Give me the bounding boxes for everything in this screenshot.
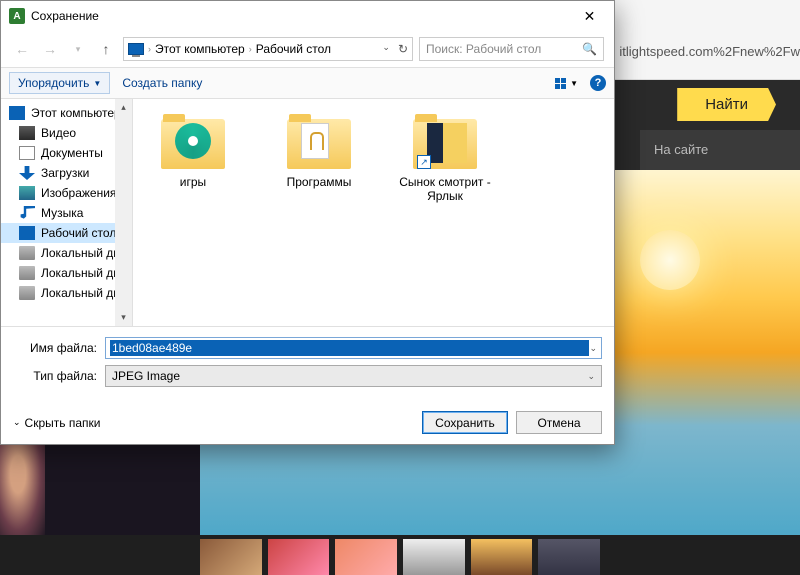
folder-item[interactable]: ↗ Сынок смотрит - Ярлык bbox=[395, 113, 495, 203]
scroll-up-icon[interactable]: ▴ bbox=[115, 99, 132, 116]
filename-label: Имя файла: bbox=[13, 341, 105, 355]
i-music-icon bbox=[19, 206, 35, 220]
breadcrumb[interactable]: › Этот компьютер › Рабочий стол ⌄ ↻ bbox=[123, 37, 413, 61]
sidebar-scrollbar[interactable]: ▴ ▾ bbox=[115, 99, 132, 326]
recent-dropdown[interactable]: ▾ bbox=[67, 38, 89, 60]
new-folder-button[interactable]: Создать папку bbox=[122, 76, 202, 90]
dialog-buttons: ⌄ Скрыть папки Сохранить Отмена bbox=[1, 401, 614, 444]
thumbnail[interactable] bbox=[403, 539, 465, 575]
page-tab[interactable]: На сайте bbox=[640, 130, 800, 170]
sidebar-item-label: Локальный дис bbox=[41, 266, 126, 280]
sidebar-item-label: Музыка bbox=[41, 206, 83, 220]
i-img-icon bbox=[19, 186, 35, 200]
scroll-down-icon[interactable]: ▾ bbox=[115, 309, 132, 326]
folder-label: Программы bbox=[269, 175, 369, 189]
nav-row: ← → ▾ ↑ › Этот компьютер › Рабочий стол … bbox=[1, 31, 614, 67]
help-icon[interactable]: ? bbox=[590, 75, 606, 91]
sidebar-item[interactable]: Этот компьютер bbox=[1, 103, 132, 123]
close-button[interactable]: ✕ bbox=[567, 2, 612, 30]
thumbnail[interactable] bbox=[538, 539, 600, 575]
background-thumb-left bbox=[0, 430, 45, 540]
view-mode-button[interactable]: ▼ bbox=[555, 78, 578, 89]
dialog-title: Сохранение bbox=[31, 9, 567, 23]
sidebar-item-label: Изображения bbox=[41, 186, 116, 200]
i-disk-icon bbox=[19, 286, 35, 300]
sidebar-item[interactable]: Локальный дис bbox=[1, 263, 132, 283]
sidebar-item-label: Документы bbox=[41, 146, 103, 160]
thumbnail[interactable] bbox=[471, 539, 533, 575]
folder-label: Сынок смотрит - Ярлык bbox=[395, 175, 495, 203]
thumbnail[interactable] bbox=[268, 539, 330, 575]
filetype-select[interactable]: JPEG Image ⌄ bbox=[105, 365, 602, 387]
save-dialog: A Сохранение ✕ ← → ▾ ↑ › Этот компьютер … bbox=[0, 0, 615, 445]
i-disk-icon bbox=[19, 246, 35, 260]
sidebar-item-label: Рабочий стол bbox=[41, 226, 116, 240]
sidebar-item[interactable]: Локальный дис bbox=[1, 243, 132, 263]
i-disk-icon bbox=[19, 266, 35, 280]
chevron-down-icon[interactable]: ⌄ bbox=[589, 343, 597, 354]
folder-label: игры bbox=[143, 175, 243, 189]
filename-field[interactable] bbox=[110, 340, 589, 356]
sidebar-item[interactable]: Загрузки bbox=[1, 163, 132, 183]
sidebar-item[interactable]: Музыка bbox=[1, 203, 132, 223]
thumbnail[interactable] bbox=[335, 539, 397, 575]
shortcut-icon: ↗ bbox=[417, 155, 431, 169]
thumbnail-strip bbox=[0, 535, 800, 575]
i-desktop-icon bbox=[19, 226, 35, 240]
folder-item[interactable]: Программы bbox=[269, 113, 369, 189]
folder-icon: ↗ bbox=[409, 113, 481, 169]
search-input[interactable]: Поиск: Рабочий стол 🔍 bbox=[419, 37, 604, 61]
i-pc-icon bbox=[9, 106, 25, 120]
thumbnail[interactable] bbox=[200, 539, 262, 575]
sidebar-item[interactable]: Рабочий стол bbox=[1, 223, 132, 243]
sidebar-item[interactable]: Изображения bbox=[1, 183, 132, 203]
chevron-right-icon: › bbox=[249, 44, 252, 54]
chevron-down-icon: ▼ bbox=[93, 79, 101, 88]
pc-icon bbox=[128, 43, 144, 55]
organize-button[interactable]: Упорядочить ▼ bbox=[9, 72, 110, 94]
search-icon[interactable]: 🔍 bbox=[582, 42, 597, 56]
sidebar-item-label: Этот компьютер bbox=[31, 106, 121, 120]
hide-folders-button[interactable]: ⌄ Скрыть папки bbox=[13, 416, 100, 430]
app-icon: A bbox=[9, 8, 25, 24]
sidebar: Этот компьютер Видео Документы Загрузки Изоб… bbox=[1, 99, 133, 326]
search-placeholder: Поиск: Рабочий стол bbox=[426, 42, 541, 56]
folder-icon bbox=[283, 113, 355, 169]
chevron-down-icon: ⌄ bbox=[587, 371, 595, 382]
filetype-value: JPEG Image bbox=[112, 369, 180, 383]
sidebar-item-label: Видео bbox=[41, 126, 76, 140]
chevron-down-icon: ⌄ bbox=[13, 417, 21, 428]
i-video-icon bbox=[19, 126, 35, 140]
folder-item[interactable]: игры bbox=[143, 113, 243, 189]
breadcrumb-segment[interactable]: Рабочий стол bbox=[256, 42, 331, 56]
i-dl-icon bbox=[19, 166, 35, 180]
cancel-button[interactable]: Отмена bbox=[516, 411, 602, 434]
url-fragment: itlightspeed.com%2Fnew%2Fw bbox=[619, 44, 800, 59]
back-button[interactable]: ← bbox=[11, 38, 33, 60]
i-doc-icon bbox=[19, 146, 35, 160]
sidebar-item[interactable]: Документы bbox=[1, 143, 132, 163]
find-button[interactable]: Найти bbox=[677, 88, 776, 121]
forward-button: → bbox=[39, 38, 61, 60]
breadcrumb-root[interactable]: Этот компьютер bbox=[155, 42, 245, 56]
refresh-icon[interactable]: ↻ bbox=[398, 42, 408, 56]
titlebar: A Сохранение ✕ bbox=[1, 1, 614, 31]
chevron-right-icon: › bbox=[148, 44, 151, 54]
file-list[interactable]: игры Программы ↗ Сынок смотрит - Ярлык bbox=[133, 99, 614, 326]
sidebar-item-label: Локальный дис bbox=[41, 246, 126, 260]
sidebar-item-label: Загрузки bbox=[41, 166, 89, 180]
filename-input[interactable]: ⌄ bbox=[105, 337, 602, 359]
sidebar-item-label: Локальный дис bbox=[41, 286, 126, 300]
filetype-label: Тип файла: bbox=[13, 369, 105, 383]
up-button[interactable]: ↑ bbox=[95, 38, 117, 60]
chevron-down-icon: ▼ bbox=[570, 79, 578, 88]
toolbar: Упорядочить ▼ Создать папку ▼ ? bbox=[1, 67, 614, 99]
filename-section: Имя файла: ⌄ Тип файла: JPEG Image ⌄ bbox=[1, 326, 614, 401]
grid-icon bbox=[555, 78, 566, 89]
save-button[interactable]: Сохранить bbox=[422, 411, 508, 434]
sidebar-item[interactable]: Локальный дис bbox=[1, 283, 132, 303]
folder-icon bbox=[157, 113, 229, 169]
breadcrumb-dropdown-icon[interactable]: ⌄ bbox=[382, 42, 390, 56]
sidebar-item[interactable]: Видео bbox=[1, 123, 132, 143]
